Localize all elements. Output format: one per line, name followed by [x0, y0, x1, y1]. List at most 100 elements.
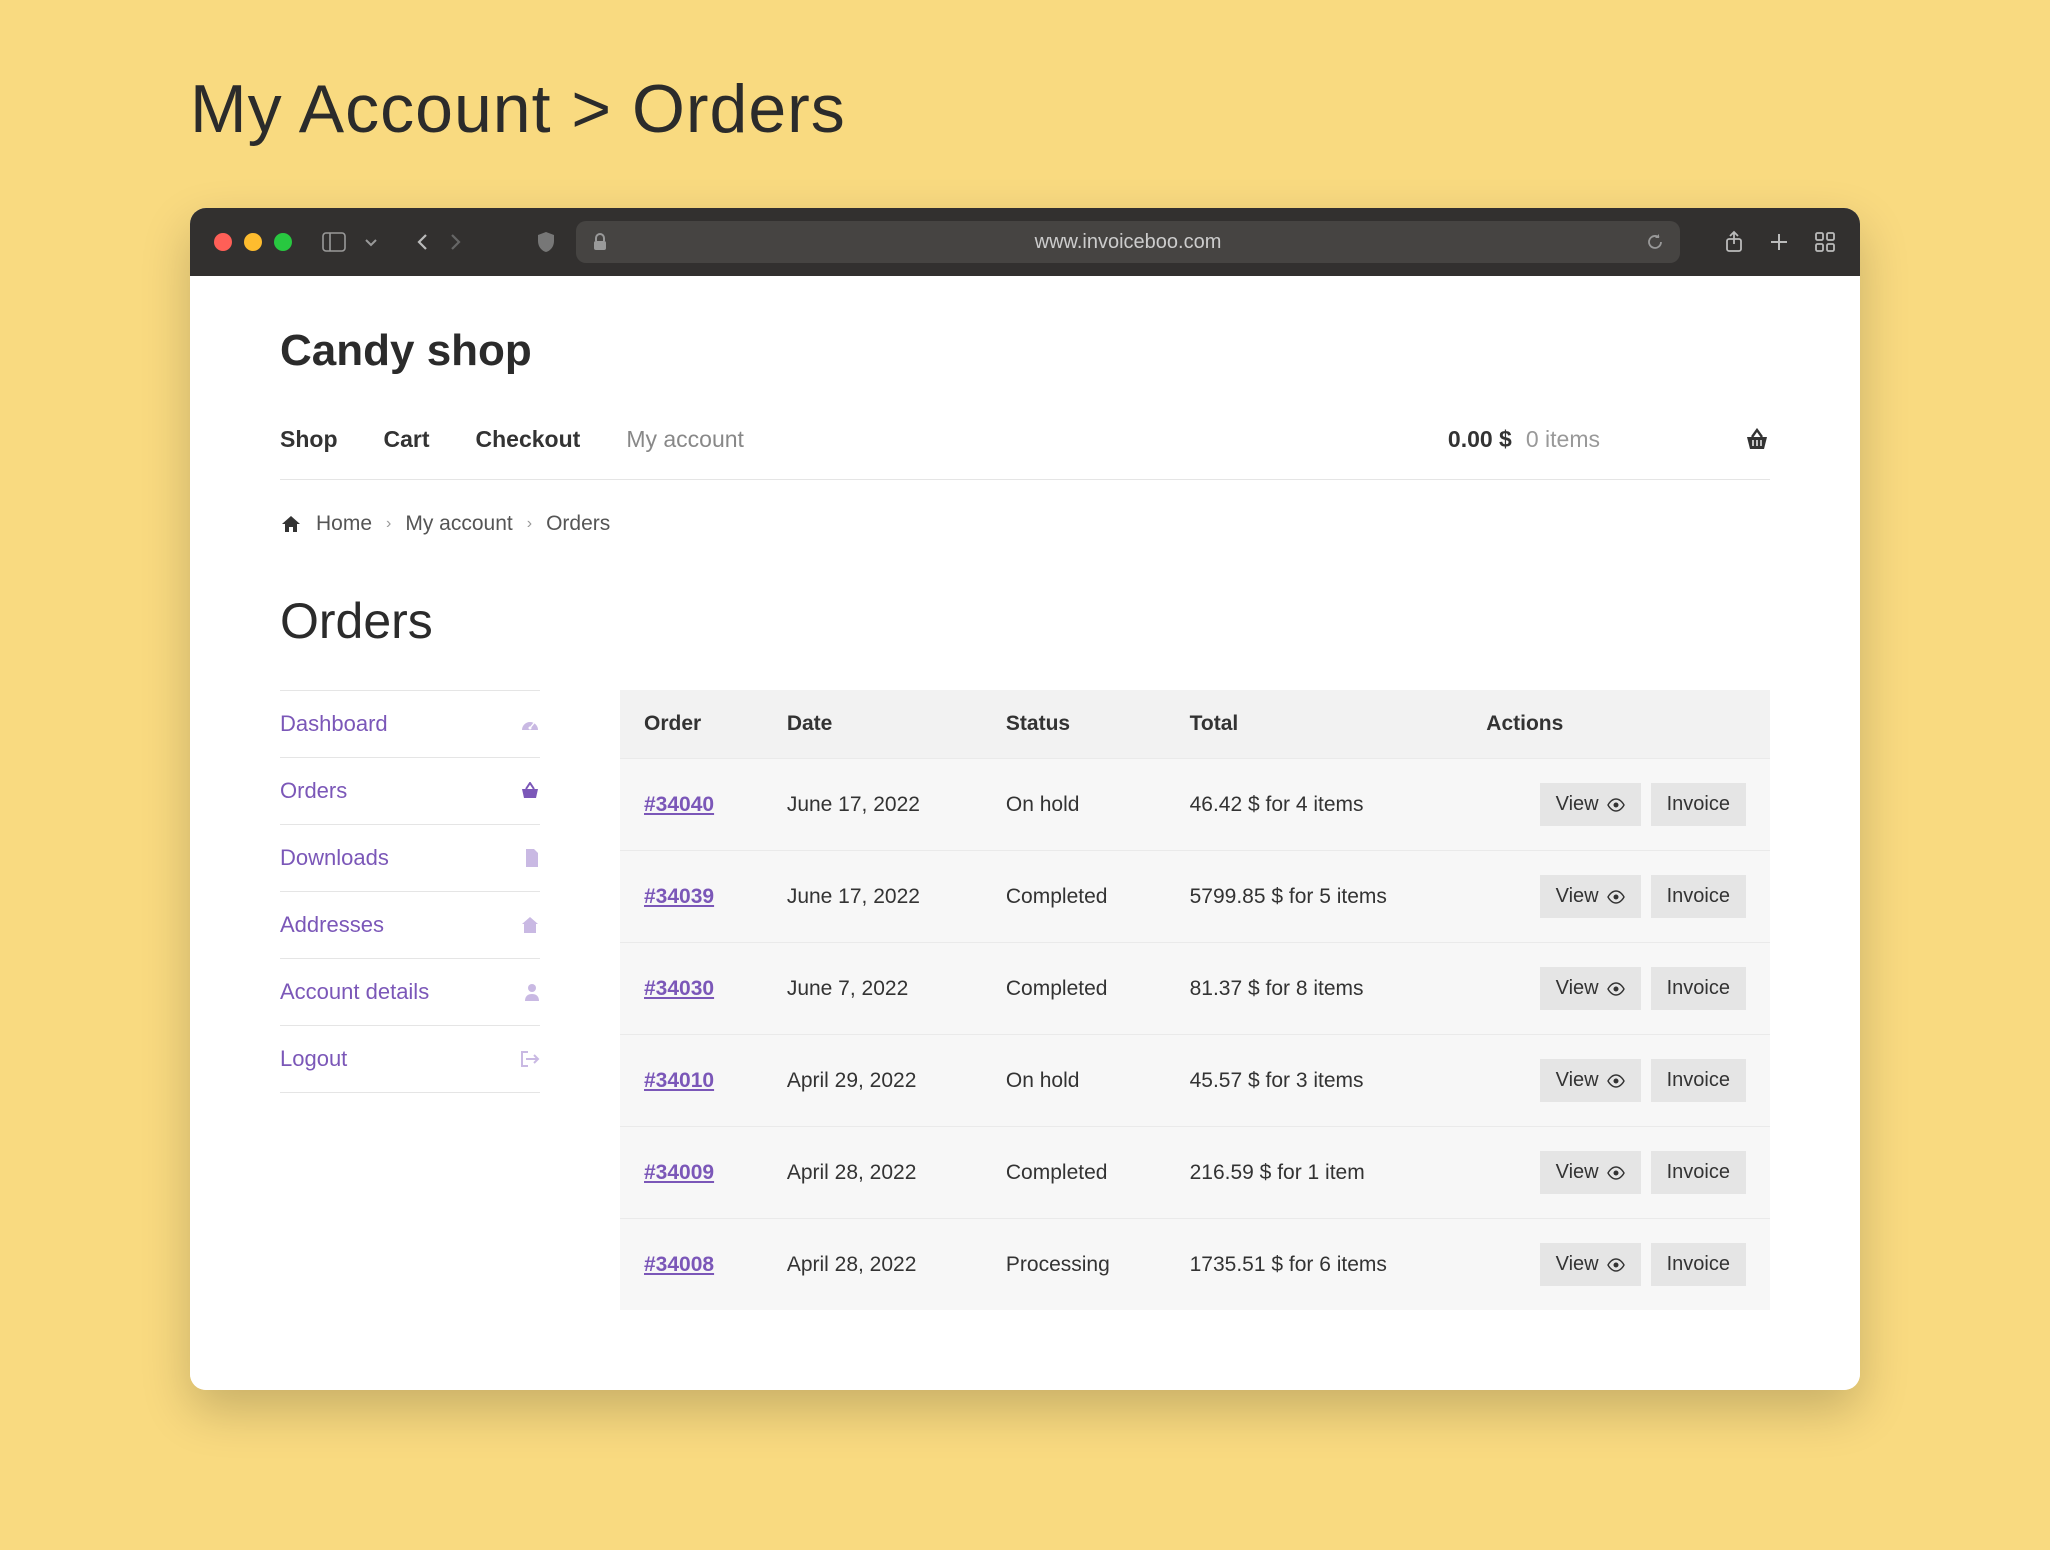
- order-status: On hold: [982, 759, 1166, 851]
- order-total: 5799.85 $ for 5 items: [1166, 851, 1463, 943]
- order-total: 1735.51 $ for 6 items: [1166, 1219, 1463, 1311]
- order-status: Completed: [982, 1127, 1166, 1219]
- invoice-button[interactable]: Invoice: [1651, 1243, 1746, 1286]
- dashboard-icon: [520, 716, 540, 732]
- view-button[interactable]: View: [1540, 875, 1641, 918]
- sidebar-item-account-details[interactable]: Account details: [280, 958, 540, 1025]
- eye-icon: [1607, 798, 1625, 812]
- table-row: #34009April 28, 2022Completed216.59 $ fo…: [620, 1127, 1770, 1219]
- shield-icon[interactable]: [536, 231, 556, 253]
- basket-icon: [520, 782, 540, 800]
- invoice-button[interactable]: Invoice: [1651, 1151, 1746, 1194]
- orders-table-container: Order Date Status Total Actions #34040Ju…: [620, 690, 1770, 1310]
- order-link[interactable]: #34039: [644, 885, 714, 908]
- nav-shop[interactable]: Shop: [280, 426, 338, 453]
- sidebar-item-label: Orders: [280, 778, 347, 804]
- breadcrumb-orders: Orders: [546, 512, 610, 536]
- cart-items: 0 items: [1526, 426, 1600, 453]
- home-icon: [520, 916, 540, 934]
- url-text: www.invoiceboo.com: [1035, 231, 1222, 254]
- window-controls: [214, 233, 292, 251]
- minimize-window-button[interactable]: [244, 233, 262, 251]
- eye-icon: [1607, 1074, 1625, 1088]
- order-link[interactable]: #34040: [644, 793, 714, 816]
- share-icon[interactable]: [1724, 230, 1744, 254]
- basket-icon: [1744, 428, 1770, 452]
- site-title: Candy shop: [280, 326, 1770, 376]
- lock-icon: [592, 233, 608, 251]
- maximize-window-button[interactable]: [274, 233, 292, 251]
- nav-cart[interactable]: Cart: [384, 426, 430, 453]
- order-date: April 28, 2022: [763, 1219, 982, 1311]
- breadcrumb-home[interactable]: Home: [316, 512, 372, 536]
- order-status: Processing: [982, 1219, 1166, 1311]
- user-icon: [524, 982, 540, 1002]
- th-total: Total: [1166, 690, 1463, 759]
- invoice-button[interactable]: Invoice: [1651, 967, 1746, 1010]
- invoice-button[interactable]: Invoice: [1651, 783, 1746, 826]
- sidebar-item-downloads[interactable]: Downloads: [280, 824, 540, 891]
- titlebar: www.invoiceboo.com: [190, 208, 1860, 276]
- url-bar: www.invoiceboo.com: [536, 221, 1680, 263]
- view-button[interactable]: View: [1540, 967, 1641, 1010]
- order-total: 46.42 $ for 4 items: [1166, 759, 1463, 851]
- table-row: #34039 June 17, 2022Completed5799.85 $ fo…: [620, 851, 1770, 943]
- sidebar-toggle-icon[interactable]: [322, 232, 346, 252]
- logout-icon: [520, 1050, 540, 1068]
- order-link[interactable]: #34030: [644, 977, 714, 1000]
- close-window-button[interactable]: [214, 233, 232, 251]
- sidebar-item-addresses[interactable]: Addresses: [280, 891, 540, 958]
- th-date: Date: [763, 690, 982, 759]
- sidebar-item-label: Downloads: [280, 845, 389, 871]
- back-icon[interactable]: [416, 232, 430, 252]
- nav-my-account[interactable]: My account: [626, 426, 744, 453]
- sidebar-item-label: Logout: [280, 1046, 347, 1072]
- view-button[interactable]: View: [1540, 1151, 1641, 1194]
- sidebar-item-logout[interactable]: Logout: [280, 1025, 540, 1093]
- new-tab-icon[interactable]: [1768, 231, 1790, 253]
- order-status: Completed: [982, 851, 1166, 943]
- order-status: On hold: [982, 1035, 1166, 1127]
- cart-widget[interactable]: 0.00 $ 0 items: [1448, 426, 1770, 453]
- outer-title: My Account > Orders: [190, 70, 1860, 148]
- order-total: 45.57 $ for 3 items: [1166, 1035, 1463, 1127]
- chevron-down-icon[interactable]: [364, 237, 378, 247]
- order-date: April 29, 2022: [763, 1035, 982, 1127]
- order-date: June 17, 2022: [763, 759, 982, 851]
- sidebar-item-orders[interactable]: Orders: [280, 757, 540, 824]
- invoice-button[interactable]: Invoice: [1651, 875, 1746, 918]
- order-total: 216.59 $ for 1 item: [1166, 1127, 1463, 1219]
- table-row: #34040 June 17, 2022On hold46.42 $ for 4 …: [620, 759, 1770, 851]
- sidebar-item-label: Addresses: [280, 912, 384, 938]
- eye-icon: [1607, 890, 1625, 904]
- view-button[interactable]: View: [1540, 783, 1641, 826]
- order-link[interactable]: #34008: [644, 1253, 714, 1276]
- invoice-button[interactable]: Invoice: [1651, 1059, 1746, 1102]
- order-date: June 17, 2022: [763, 851, 982, 943]
- order-link[interactable]: #34009: [644, 1161, 714, 1184]
- order-link[interactable]: #34010: [644, 1069, 714, 1092]
- account-sidebar: Dashboard Orders Downloads Addresses Acc…: [280, 690, 540, 1310]
- browser-window: www.invoiceboo.com Candy shop Shop Cart: [190, 208, 1860, 1390]
- home-icon[interactable]: [280, 514, 302, 534]
- chevron-right-icon: ›: [527, 515, 532, 533]
- breadcrumb-my-account[interactable]: My account: [405, 512, 512, 536]
- order-status: Completed: [982, 943, 1166, 1035]
- th-order: Order: [620, 690, 763, 759]
- chevron-right-icon: ›: [386, 515, 391, 533]
- main-nav: Shop Cart Checkout My account 0.00 $ 0 i…: [280, 426, 1770, 480]
- view-button[interactable]: View: [1540, 1243, 1641, 1286]
- url-input[interactable]: www.invoiceboo.com: [576, 221, 1680, 263]
- view-button[interactable]: View: [1540, 1059, 1641, 1102]
- breadcrumb: Home › My account › Orders: [280, 480, 1770, 568]
- forward-icon[interactable]: [448, 232, 462, 252]
- reload-icon[interactable]: [1646, 233, 1664, 251]
- sidebar-item-dashboard[interactable]: Dashboard: [280, 690, 540, 757]
- nav-checkout[interactable]: Checkout: [476, 426, 581, 453]
- sidebar-item-label: Account details: [280, 979, 429, 1005]
- sidebar-item-label: Dashboard: [280, 711, 388, 737]
- eye-icon: [1607, 982, 1625, 996]
- tabs-grid-icon[interactable]: [1814, 231, 1836, 253]
- eye-icon: [1607, 1166, 1625, 1180]
- cart-amount: 0.00 $: [1448, 426, 1512, 453]
